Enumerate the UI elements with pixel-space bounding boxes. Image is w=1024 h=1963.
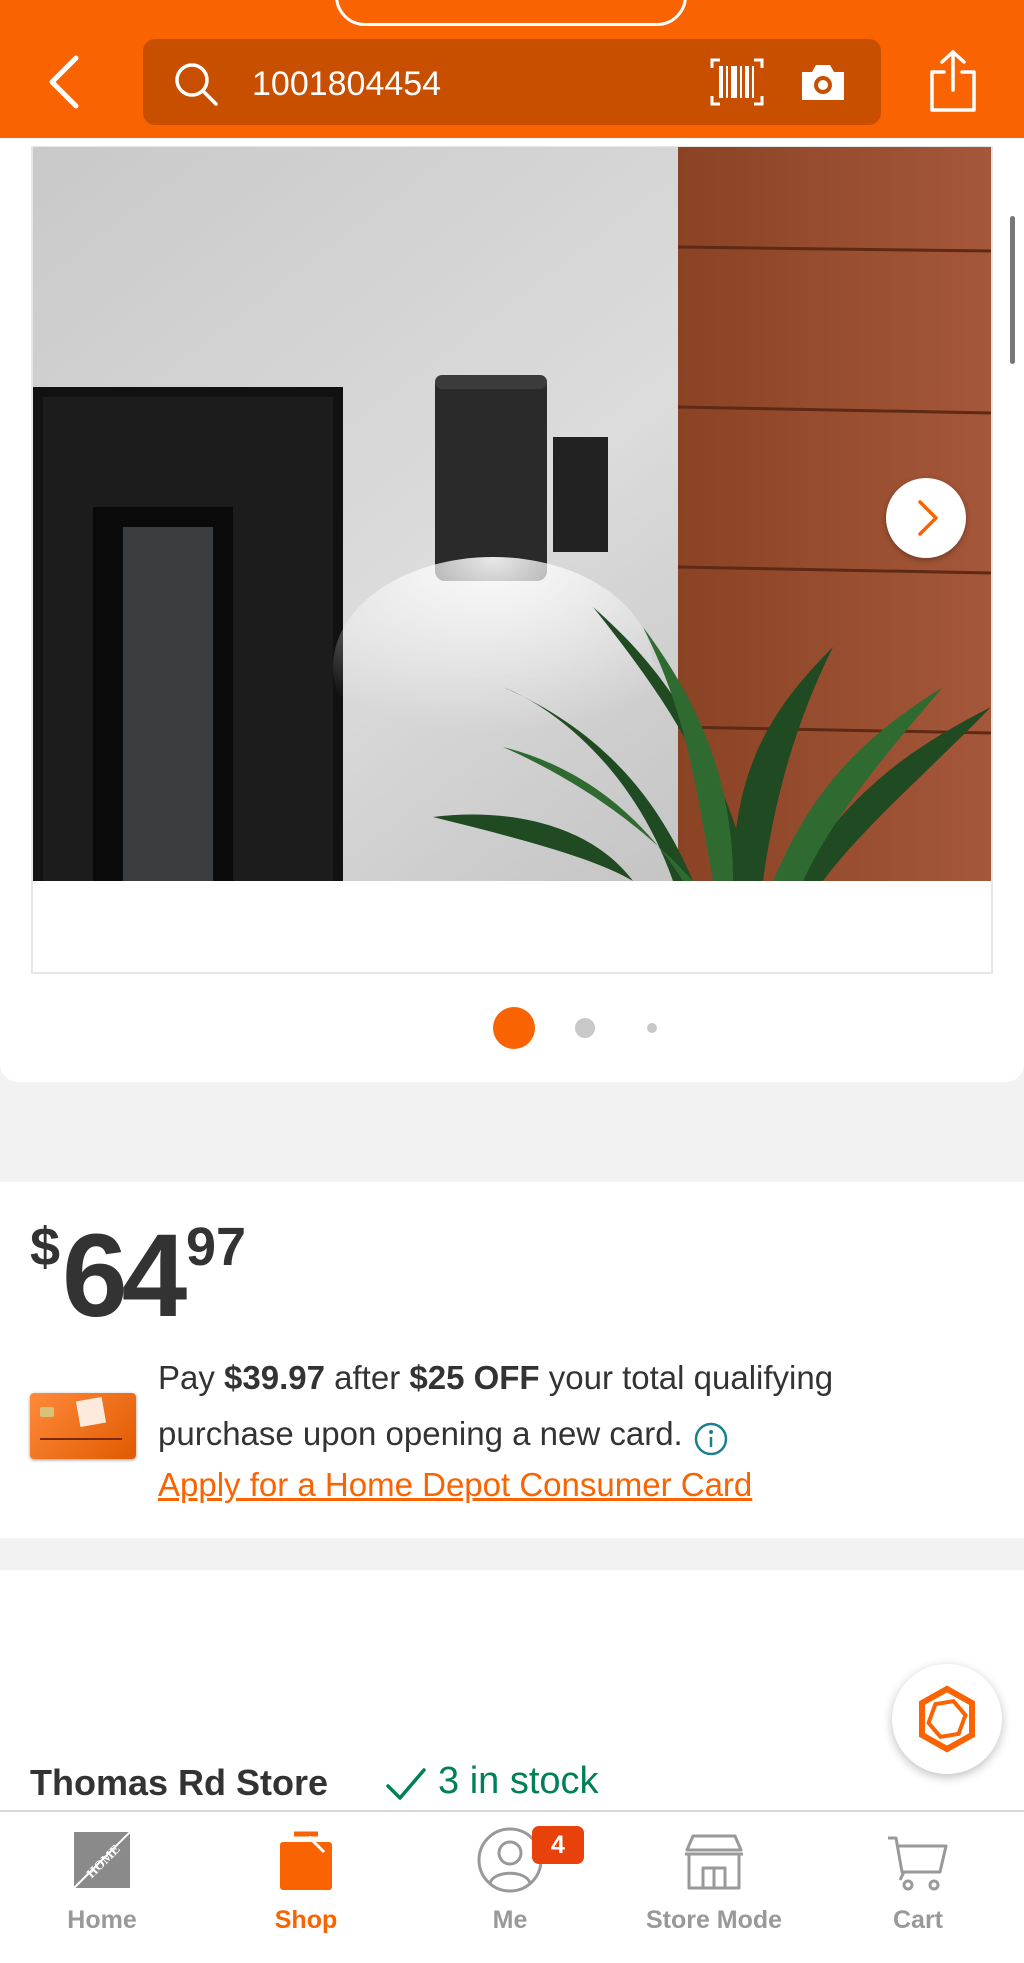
next-image-button[interactable] <box>886 478 966 558</box>
tab-home-label: Home <box>67 1906 137 1934</box>
tab-me-label: Me <box>492 1906 528 1934</box>
scrollbar[interactable] <box>1010 216 1015 364</box>
credit-card-icon <box>30 1393 136 1459</box>
apply-card-link[interactable]: Apply for a Home Depot Consumer Card <box>158 1460 752 1510</box>
chevron-right-icon <box>918 500 938 536</box>
search-icon <box>172 60 220 108</box>
promo-text: Pay $39.97 after $25 OFF your total qual… <box>158 1350 958 1462</box>
search-input[interactable]: 1001804454 <box>252 62 441 106</box>
tab-cart-label: Cart <box>892 1906 943 1934</box>
barcode-icon[interactable] <box>710 58 764 106</box>
shop-bag-icon <box>280 1831 332 1890</box>
chevron-left-icon <box>49 55 79 109</box>
price-whole: 64 <box>62 1210 187 1342</box>
camera-icon[interactable] <box>798 60 848 104</box>
gallery-dot-active[interactable] <box>493 1007 535 1049</box>
top-pill-button[interactable] <box>335 0 687 26</box>
stock-status: 3 in stock <box>438 1760 599 1802</box>
gallery-dot[interactable] <box>575 1018 595 1038</box>
tab-store-mode-label: Store Mode <box>645 1906 783 1934</box>
price-dollar-sign: $ <box>30 1217 61 1277</box>
store-icon <box>685 1834 743 1890</box>
assistant-icon <box>919 1685 975 1753</box>
tab-shop[interactable]: Shop <box>204 1810 408 1963</box>
tab-shop-label: Shop <box>274 1906 338 1934</box>
store-name[interactable]: Thomas Rd Store <box>30 1762 328 1804</box>
gallery-dot[interactable] <box>647 1023 657 1033</box>
check-icon <box>384 1762 428 1806</box>
share-icon[interactable] <box>928 48 978 114</box>
tab-home[interactable]: HOME Home <box>0 1810 204 1963</box>
tab-store-mode[interactable]: Store Mode <box>612 1810 816 1963</box>
notification-badge: 4 <box>532 1826 584 1864</box>
product-image[interactable] <box>33 147 991 881</box>
chat-assistant-button[interactable] <box>892 1664 1002 1774</box>
info-icon[interactable] <box>693 1418 729 1456</box>
home-depot-logo-icon: HOME <box>73 1831 131 1889</box>
cart-icon <box>888 1836 948 1891</box>
price-cents: 97 <box>186 1217 247 1277</box>
tab-cart[interactable]: Cart <box>816 1810 1020 1963</box>
back-button[interactable] <box>40 50 90 114</box>
